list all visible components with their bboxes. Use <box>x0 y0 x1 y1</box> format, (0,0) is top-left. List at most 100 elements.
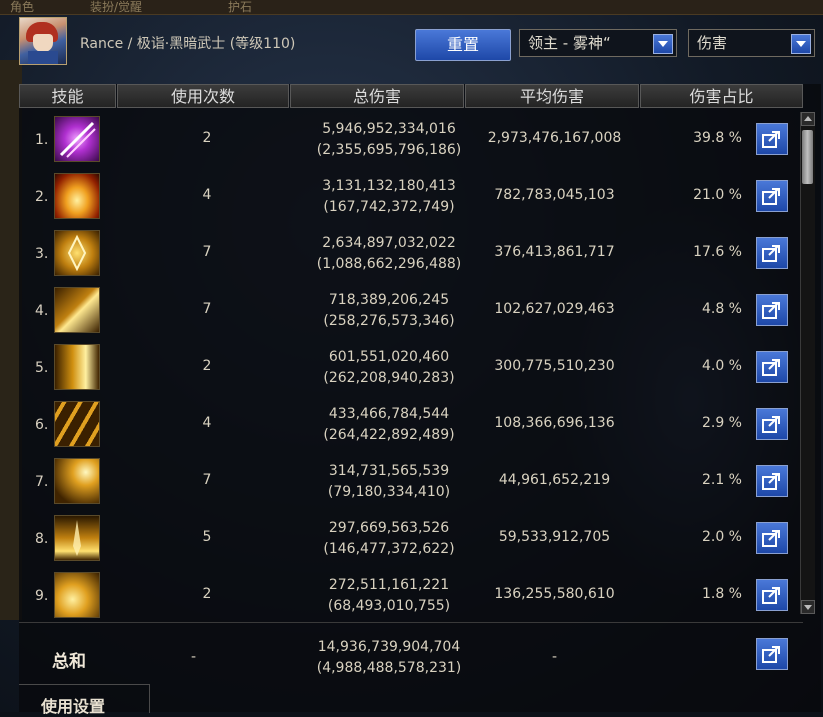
use-count: 2 <box>202 358 212 374</box>
share-button[interactable] <box>756 638 788 670</box>
share-icon <box>762 359 780 376</box>
total-damage: 314,731,565,539 (79,180,334,410) <box>289 461 489 503</box>
scroll-down-icon[interactable] <box>801 600 815 614</box>
summary-total-sub: (4,988,488,578,231) <box>316 660 462 676</box>
scroll-thumb[interactable] <box>802 130 813 184</box>
average-damage: 44,961,652,219 <box>498 472 611 488</box>
total-damage-value: 433,466,784,544 <box>328 406 450 422</box>
share-button[interactable] <box>756 408 788 440</box>
table-row: 5. 2 601,551,020,460 (262,208,940,283) 30… <box>19 340 803 396</box>
average-damage: 376,413,861,717 <box>494 244 615 260</box>
share-icon <box>762 245 780 262</box>
damage-percent: 21.0 % <box>693 187 742 203</box>
damage-percent: 2.9 % <box>701 415 742 431</box>
average-damage: 782,783,045,103 <box>494 187 615 203</box>
summary-total-value: 14,936,739,904,704 <box>317 639 461 655</box>
share-icon <box>762 646 780 663</box>
table-row: 8. 5 297,669,563,526 (146,477,372,622) 59… <box>19 511 803 567</box>
use-count: 2 <box>202 586 212 602</box>
share-button[interactable] <box>756 294 788 326</box>
total-damage: 5,946,952,334,016 (2,355,695,796,186) <box>289 119 489 161</box>
total-damage-value: 272,511,161,221 <box>328 577 450 593</box>
total-damage-sub: (258,276,573,346) <box>323 313 455 329</box>
column-header: 使用次数 <box>117 84 289 108</box>
use-count: 4 <box>202 187 212 203</box>
damage-percent: 39.8 % <box>693 130 742 146</box>
total-damage-sub: (146,477,372,622) <box>323 541 455 557</box>
golden-slash-skill-icon <box>54 287 100 333</box>
share-icon <box>762 131 780 148</box>
fire-burst-skill-icon <box>54 173 100 219</box>
average-damage: 2,973,476,167,008 <box>487 130 622 146</box>
settings-tab[interactable]: 使用设置 <box>19 684 150 716</box>
share-button[interactable] <box>756 522 788 554</box>
use-count: 2 <box>202 130 212 146</box>
damage-percent: 4.8 % <box>701 301 742 317</box>
column-header: 伤害占比 <box>640 84 803 108</box>
total-damage-value: 718,389,206,245 <box>328 292 450 308</box>
total-damage: 297,669,563,526 (146,477,372,622) <box>289 518 489 560</box>
share-icon <box>762 302 780 319</box>
settings-label: 使用设置 <box>41 697 106 716</box>
total-damage-sub: (264,422,892,489) <box>323 427 455 443</box>
damage-percent: 17.6 % <box>693 244 742 260</box>
share-button[interactable] <box>756 123 788 155</box>
total-damage: 718,389,206,245 (258,276,573,346) <box>289 290 489 332</box>
table-row: 7. 7 314,731,565,539 (79,180,334,410) 44,… <box>19 454 803 510</box>
total-damage-sub: (1,088,662,296,488) <box>316 256 462 272</box>
share-icon <box>762 587 780 604</box>
background-tab: 角色 <box>10 0 35 14</box>
share-button[interactable] <box>756 465 788 497</box>
row-index: 3. <box>35 246 49 262</box>
use-count: 4 <box>202 415 212 431</box>
summary-uses: - <box>191 649 197 665</box>
table-row: 1. 2 5,946,952,334,016 (2,355,695,796,186… <box>19 112 803 168</box>
golden-sword-skill-icon <box>54 515 100 561</box>
table-scrollbar[interactable] <box>800 112 815 614</box>
total-damage-sub: (79,180,334,410) <box>327 484 451 500</box>
column-header: 技能 <box>19 84 116 108</box>
use-count: 5 <box>202 529 212 545</box>
reset-button[interactable]: 重置 <box>415 29 511 61</box>
background-tab-strip: 角色 装扮/觉醒 护石 <box>0 0 823 15</box>
damage-stats-panel: 技能 使用次数 总伤害 平均伤害 伤害占比 1. 2 5,946,952,334… <box>19 84 821 716</box>
average-damage: 108,366,696,136 <box>494 415 615 431</box>
character-avatar <box>19 17 67 65</box>
column-header: 平均伤害 <box>465 84 639 108</box>
row-index: 1. <box>35 132 49 148</box>
average-damage: 102,627,029,463 <box>494 301 615 317</box>
row-index: 7. <box>35 474 49 490</box>
target-select-value: 领主 - 雾神“ <box>528 34 611 52</box>
total-damage-sub: (2,355,695,796,186) <box>316 142 462 158</box>
share-button[interactable] <box>756 237 788 269</box>
share-icon <box>762 473 780 490</box>
background-tab: 护石 <box>228 0 253 14</box>
row-index: 5. <box>35 360 49 376</box>
table-row: 6. 4 433,466,784,544 (264,422,892,489) 10… <box>19 397 803 453</box>
average-damage: 300,775,510,230 <box>494 358 615 374</box>
share-icon <box>762 530 780 547</box>
total-damage-value: 5,946,952,334,016 <box>322 121 456 137</box>
golden-strike-skill-icon <box>54 458 100 504</box>
total-damage-value: 3,131,132,180,413 <box>322 178 456 194</box>
chevron-down-icon[interactable] <box>791 34 811 54</box>
share-button[interactable] <box>756 180 788 212</box>
share-button[interactable] <box>756 351 788 383</box>
total-damage: 2,634,897,032,022 (1,088,662,296,488) <box>289 233 489 275</box>
total-damage-sub: (68,493,010,755) <box>327 598 451 614</box>
mode-select[interactable]: 伤害 <box>688 29 815 57</box>
row-index: 2. <box>35 189 49 205</box>
damage-percent: 4.0 % <box>701 358 742 374</box>
summary-row: 总和 - 14,936,739,904,704 (4,988,488,578,23… <box>19 622 803 683</box>
chevron-down-icon[interactable] <box>653 34 673 54</box>
damage-percent: 1.8 % <box>701 586 742 602</box>
average-damage: 59,533,912,705 <box>498 529 611 545</box>
target-select[interactable]: 领主 - 雾神“ <box>519 29 677 57</box>
column-header: 总伤害 <box>290 84 464 108</box>
scroll-up-icon[interactable] <box>801 112 815 126</box>
table-header: 技能 使用次数 总伤害 平均伤害 伤害占比 <box>19 84 803 110</box>
share-button[interactable] <box>756 579 788 611</box>
share-icon <box>762 416 780 433</box>
total-damage: 272,511,161,221 (68,493,010,755) <box>289 575 489 617</box>
use-count: 7 <box>202 472 212 488</box>
